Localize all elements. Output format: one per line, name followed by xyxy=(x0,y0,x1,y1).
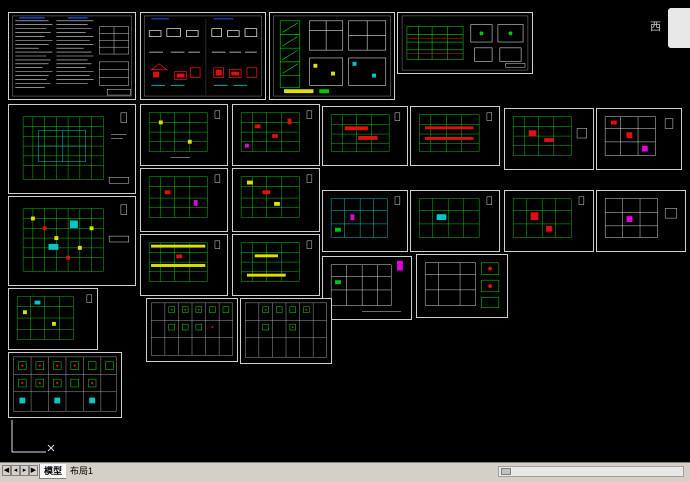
drawing-sheet-design-notes[interactable] xyxy=(8,12,136,100)
ucs-axis-icon xyxy=(6,416,60,458)
drawing-sheet-floor-plan-m[interactable] xyxy=(140,234,228,296)
drawing-sheet-column-table-3[interactable] xyxy=(240,298,332,364)
drawing-sheet-foundation-plan[interactable] xyxy=(8,104,136,194)
drawing-sheet-floor-plan-a[interactable] xyxy=(140,104,228,166)
drawing-sheet-floor-plan-n[interactable] xyxy=(232,234,320,296)
previous-tab-button[interactable]: ◂ xyxy=(11,465,20,476)
next-tab-button[interactable]: ▸ xyxy=(20,465,29,476)
drawing-sheet-column-table-2[interactable] xyxy=(146,298,238,362)
last-tab-button[interactable]: ▶ xyxy=(29,465,38,476)
drawing-sheet-small-plan[interactable] xyxy=(8,288,98,350)
drawing-sheet-floor-plan-o[interactable] xyxy=(322,256,412,320)
drawing-sheet-floor-plan-g[interactable] xyxy=(140,168,228,232)
first-tab-button[interactable]: ◀ xyxy=(2,465,11,476)
viewcube-face-icon[interactable] xyxy=(668,8,690,48)
model-space-canvas[interactable]: 西 xyxy=(0,0,690,462)
drawing-sheet-floor-plan-c[interactable] xyxy=(322,106,408,166)
viewcube-widget[interactable]: 西 xyxy=(642,6,690,50)
drawing-sheet-floor-plan-d[interactable] xyxy=(410,106,500,166)
tab-model[interactable]: 模型 xyxy=(39,464,68,479)
drawing-sheet-column-table-1[interactable] xyxy=(8,352,122,418)
layout-tab-bar: ◀ ◂ ▸ ▶ 模型 布局1 xyxy=(0,462,690,481)
viewcube-direction-label[interactable]: 西 xyxy=(650,18,661,34)
scrollbar-thumb[interactable] xyxy=(501,468,511,475)
horizontal-scrollbar[interactable] xyxy=(498,466,684,477)
drawing-sheet-floor-plan-i[interactable] xyxy=(322,190,408,252)
drawing-sheet-floor-plan-j[interactable] xyxy=(410,190,500,252)
tab-layout1[interactable]: 布局1 xyxy=(66,464,98,479)
drawing-sheet-floor-plan-f[interactable] xyxy=(596,108,682,170)
drawing-sheet-stair-section[interactable] xyxy=(269,12,395,100)
drawing-sheet-floor-plan-b[interactable] xyxy=(232,104,320,166)
drawing-sheet-floor-plan-k[interactable] xyxy=(504,190,594,252)
drawing-sheet-details-1[interactable] xyxy=(140,12,266,100)
drawing-sheet-floor-plan-e[interactable] xyxy=(504,108,594,170)
drawing-sheet-foundation-plan-2[interactable] xyxy=(8,196,136,286)
drawing-sheet-roof-plan[interactable] xyxy=(416,254,508,318)
drawing-sheet-floor-plan-h[interactable] xyxy=(232,168,320,232)
drawing-sheet-elevation[interactable] xyxy=(397,12,533,74)
drawing-sheet-floor-plan-l[interactable] xyxy=(596,190,686,252)
